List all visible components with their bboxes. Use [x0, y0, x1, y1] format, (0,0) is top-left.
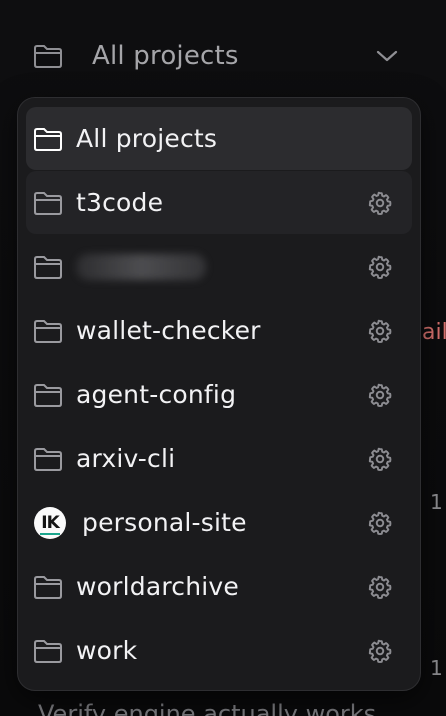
- menu-item-label: wallet-checker: [76, 316, 261, 345]
- folder-icon: [32, 381, 64, 409]
- menu-item-personal-site[interactable]: IK personal-site: [26, 491, 412, 554]
- projects-dropdown: All projects t3code wallet-checker agent…: [17, 97, 421, 691]
- redacted-label: [76, 253, 206, 280]
- folder-icon: [32, 253, 64, 281]
- ik-avatar-icon: IK: [34, 506, 66, 539]
- gear-icon[interactable]: [366, 253, 394, 281]
- menu-item-wallet-checker[interactable]: wallet-checker: [26, 299, 412, 362]
- project-selector-label: All projects: [92, 41, 239, 71]
- background-task-text: Verify engine actually works: [38, 700, 377, 716]
- gear-icon[interactable]: [366, 445, 394, 473]
- background-edge-number: 1: [430, 490, 443, 514]
- gear-icon[interactable]: [366, 637, 394, 665]
- avatar-text: IK: [41, 512, 59, 533]
- menu-item-arxiv-cli[interactable]: arxiv-cli: [26, 427, 412, 490]
- menu-item-work[interactable]: work: [26, 619, 412, 682]
- gear-icon[interactable]: [366, 509, 394, 537]
- menu-item-label: personal-site: [82, 508, 247, 537]
- folder-icon: [32, 445, 64, 473]
- folder-icon: [32, 573, 64, 601]
- menu-item-label: arxiv-cli: [76, 444, 176, 473]
- gear-icon[interactable]: [366, 317, 394, 345]
- chevron-down-icon: [374, 43, 400, 69]
- folder-icon: [32, 317, 64, 345]
- folder-icon: [32, 42, 64, 70]
- project-selector[interactable]: All projects: [20, 24, 412, 88]
- menu-item-label: t3code: [76, 188, 164, 217]
- menu-item-worldarchive[interactable]: worldarchive: [26, 555, 412, 618]
- menu-item-all-projects[interactable]: All projects: [26, 107, 412, 170]
- menu-item-label: work: [76, 636, 138, 665]
- menu-item-label: agent-config: [76, 380, 237, 409]
- menu-item-t3code[interactable]: t3code: [26, 171, 412, 234]
- folder-icon: [32, 125, 64, 153]
- gear-icon[interactable]: [366, 573, 394, 601]
- folder-icon: [32, 637, 64, 665]
- menu-item-agent-config[interactable]: agent-config: [26, 363, 412, 426]
- menu-item-label: All projects: [76, 124, 218, 153]
- menu-item-hidden-project[interactable]: [26, 235, 412, 298]
- folder-icon: [32, 189, 64, 217]
- background-edge-number: 1: [430, 656, 443, 680]
- menu-item-label: worldarchive: [76, 572, 239, 601]
- gear-icon[interactable]: [366, 189, 394, 217]
- gear-icon[interactable]: [366, 381, 394, 409]
- app-root: ail 1 1 Verify engine actually works All…: [0, 0, 446, 716]
- background-edge-text: ail: [422, 320, 446, 345]
